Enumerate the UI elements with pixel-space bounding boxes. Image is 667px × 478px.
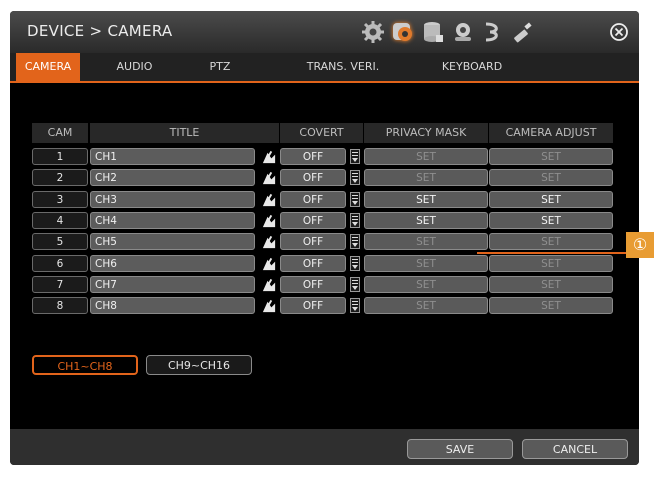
covert-dropdown-icon[interactable] bbox=[350, 298, 360, 313]
camera-title-field[interactable]: CH4 bbox=[90, 212, 255, 229]
virtual-keyboard-icon[interactable] bbox=[260, 255, 277, 272]
header-cam: CAM bbox=[32, 123, 88, 143]
title-bar: DEVICE > CAMERA bbox=[10, 11, 639, 53]
cam-number: 6 bbox=[32, 255, 88, 272]
camera-settings-window: DEVICE > CAMERA CAMERA AUDIO PTZ TRANS. … bbox=[10, 11, 639, 465]
cam-number: 1 bbox=[32, 148, 88, 165]
covert-dropdown-icon[interactable] bbox=[350, 277, 360, 292]
privacy-mask-set-button: SET bbox=[364, 276, 488, 293]
close-icon[interactable] bbox=[609, 22, 629, 42]
window-title: DEVICE > CAMERA bbox=[27, 22, 173, 40]
covert-dropdown-icon[interactable] bbox=[350, 192, 360, 207]
camera-title-field[interactable]: CH6 bbox=[90, 255, 255, 272]
virtual-keyboard-icon[interactable] bbox=[260, 276, 277, 293]
camera-title-field[interactable]: CH7 bbox=[90, 276, 255, 293]
camera-title-field[interactable]: CH3 bbox=[90, 191, 255, 208]
page-ch9-ch16[interactable]: CH9~CH16 bbox=[146, 355, 252, 375]
virtual-keyboard-icon[interactable] bbox=[260, 191, 277, 208]
privacy-mask-set-button: SET bbox=[364, 169, 488, 186]
tab-keyboard[interactable]: KEYBOARD bbox=[432, 53, 512, 81]
page-ch1-ch8[interactable]: CH1~CH8 bbox=[32, 355, 138, 375]
covert-select[interactable]: OFF bbox=[280, 169, 346, 186]
tab-ptz[interactable]: PTZ bbox=[198, 53, 242, 81]
camera-title-field[interactable]: CH8 bbox=[90, 297, 255, 314]
privacy-mask-set-button: SET bbox=[364, 297, 488, 314]
camera-adjust-set-button: SET bbox=[489, 297, 613, 314]
camera-adjust-set-button[interactable]: SET bbox=[489, 212, 613, 229]
privacy-mask-set-button: SET bbox=[364, 148, 488, 165]
virtual-keyboard-icon[interactable] bbox=[260, 148, 277, 165]
toolbar-icons bbox=[360, 18, 536, 46]
header-title: TITLE bbox=[90, 123, 279, 143]
tab-camera[interactable]: CAMERA bbox=[16, 53, 80, 81]
covert-dropdown-icon[interactable] bbox=[350, 256, 360, 271]
privacy-mask-set-button[interactable]: SET bbox=[364, 212, 488, 229]
covert-dropdown-icon[interactable] bbox=[350, 234, 360, 249]
covert-select[interactable]: OFF bbox=[280, 191, 346, 208]
camera-adjust-set-button: SET bbox=[489, 233, 613, 250]
header-camera-adjust: CAMERA ADJUST bbox=[489, 123, 613, 143]
covert-dropdown-icon[interactable] bbox=[350, 149, 360, 164]
camera-adjust-set-button: SET bbox=[489, 148, 613, 165]
camera-adjust-set-button: SET bbox=[489, 169, 613, 186]
record-storage-icon[interactable] bbox=[420, 19, 446, 45]
covert-select[interactable]: OFF bbox=[280, 233, 346, 250]
header-covert: COVERT bbox=[280, 123, 363, 143]
camera-title-field[interactable]: CH1 bbox=[90, 148, 255, 165]
cam-number: 7 bbox=[32, 276, 88, 293]
covert-select[interactable]: OFF bbox=[280, 255, 346, 272]
callout-line bbox=[477, 252, 626, 254]
callout-marker: ① bbox=[626, 232, 654, 258]
covert-select[interactable]: OFF bbox=[280, 297, 346, 314]
privacy-mask-set-button: SET bbox=[364, 255, 488, 272]
camera-title-field[interactable]: CH2 bbox=[90, 169, 255, 186]
virtual-keyboard-icon[interactable] bbox=[260, 169, 277, 186]
device-settings-icon[interactable] bbox=[390, 19, 416, 45]
virtual-keyboard-icon[interactable] bbox=[260, 297, 277, 314]
cam-number: 3 bbox=[32, 191, 88, 208]
privacy-mask-set-button: SET bbox=[364, 233, 488, 250]
privacy-mask-set-button[interactable]: SET bbox=[364, 191, 488, 208]
header-privacy-mask: PRIVACY MASK bbox=[364, 123, 488, 143]
camera-adjust-set-button: SET bbox=[489, 255, 613, 272]
save-button[interactable]: SAVE bbox=[407, 439, 513, 459]
covert-select[interactable]: OFF bbox=[280, 276, 346, 293]
covert-dropdown-icon[interactable] bbox=[350, 213, 360, 228]
covert-select[interactable]: OFF bbox=[280, 148, 346, 165]
cam-number: 8 bbox=[32, 297, 88, 314]
event-icon[interactable] bbox=[450, 19, 476, 45]
tab-bar: CAMERA AUDIO PTZ TRANS. VERI. KEYBOARD bbox=[10, 53, 639, 83]
cam-number: 4 bbox=[32, 212, 88, 229]
tab-audio[interactable]: AUDIO bbox=[107, 53, 162, 81]
camera-title-field[interactable]: CH5 bbox=[90, 233, 255, 250]
camera-adjust-set-button: SET bbox=[489, 276, 613, 293]
camera-adjust-set-button[interactable]: SET bbox=[489, 191, 613, 208]
cancel-button[interactable]: CANCEL bbox=[522, 439, 628, 459]
covert-dropdown-icon[interactable] bbox=[350, 170, 360, 185]
cam-number: 2 bbox=[32, 169, 88, 186]
network-icon[interactable] bbox=[480, 19, 506, 45]
virtual-keyboard-icon[interactable] bbox=[260, 212, 277, 229]
cam-number: 5 bbox=[32, 233, 88, 250]
system-settings-icon[interactable] bbox=[360, 19, 386, 45]
virtual-keyboard-icon[interactable] bbox=[260, 233, 277, 250]
covert-select[interactable]: OFF bbox=[280, 212, 346, 229]
tab-trans-veri[interactable]: TRANS. VERI. bbox=[293, 53, 393, 81]
usb-tool-icon[interactable] bbox=[510, 19, 536, 45]
